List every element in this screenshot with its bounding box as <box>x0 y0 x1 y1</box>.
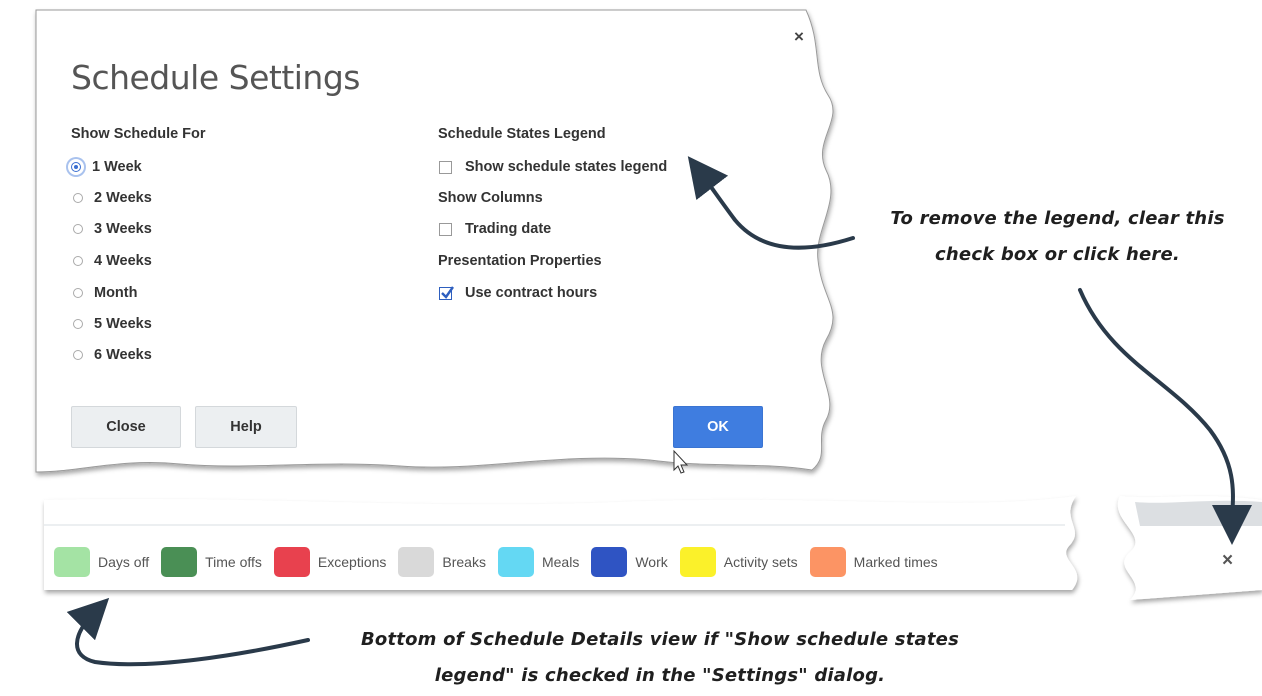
legend-label: Time offs <box>205 554 262 570</box>
show-columns-heading: Show Columns <box>438 190 543 206</box>
checkbox-checked-icon[interactable] <box>439 285 454 300</box>
show-schedule-for-heading: Show Schedule For <box>71 126 206 142</box>
radio-option-1-week[interactable]: 1 Week <box>71 156 142 178</box>
radio-icon[interactable] <box>73 256 83 266</box>
legend-label: Work <box>635 554 668 570</box>
checkbox-icon[interactable] <box>439 222 452 236</box>
ok-button[interactable]: OK <box>673 406 763 448</box>
legend-swatch-work <box>591 547 628 577</box>
use-contract-hours-checkbox[interactable]: Use contract hours <box>439 282 597 304</box>
legend-swatch-meals <box>497 547 534 577</box>
radio-icon[interactable] <box>73 193 83 203</box>
dialog-title: Schedule Settings <box>71 58 360 97</box>
legend-swatch-exceptions <box>273 547 310 577</box>
dialog-close-icon[interactable]: × <box>794 28 804 46</box>
trading-date-checkbox[interactable]: Trading date <box>439 218 551 240</box>
radio-icon[interactable] <box>73 288 83 298</box>
legend-label: Meals <box>541 554 580 570</box>
checkbox-icon[interactable] <box>439 160 452 174</box>
annotation-right: To remove the legend, clear this check b… <box>890 208 1225 265</box>
help-button[interactable]: Help <box>195 406 297 448</box>
arrow-to-legend-strip <box>66 597 310 667</box>
radio-option-4-weeks[interactable]: 4 Weeks <box>73 250 152 272</box>
radio-selected-icon[interactable] <box>71 162 81 172</box>
radio-option-month[interactable]: Month <box>73 282 137 304</box>
radio-option-6-weeks[interactable]: 6 Weeks <box>73 344 152 366</box>
radio-option-2-weeks[interactable]: 2 Weeks <box>73 187 152 209</box>
legend-label: Activity sets <box>723 554 798 570</box>
legend-swatch-breaks <box>398 547 435 577</box>
legend-swatch-days-off <box>54 547 90 577</box>
radio-option-5-weeks[interactable]: 5 Weeks <box>73 313 152 335</box>
arrow-to-legend-close <box>1078 288 1253 545</box>
background-shapes <box>35 9 1262 667</box>
legend-close-icon[interactable]: × <box>1222 550 1233 572</box>
radio-icon[interactable] <box>73 224 83 234</box>
legend-swatch-marked-times <box>809 547 846 577</box>
legend-label: Exceptions <box>317 554 387 570</box>
schedule-states-legend-bar: Days off Time offs Exceptions Breaks Mea… <box>54 547 950 577</box>
radio-option-3-weeks[interactable]: 3 Weeks <box>73 218 152 240</box>
close-button[interactable]: Close <box>71 406 181 448</box>
radio-icon[interactable] <box>73 350 83 360</box>
show-schedule-states-legend-checkbox[interactable]: Show schedule states legend <box>439 156 667 178</box>
legend-swatch-time-offs <box>161 547 198 577</box>
legend-swatch-activity-sets <box>679 547 716 577</box>
radio-icon[interactable] <box>73 319 83 329</box>
legend-label: Marked times <box>853 554 938 570</box>
annotation-bottom: Bottom of Schedule Details view if "Show… <box>360 629 959 686</box>
schedule-states-legend-heading: Schedule States Legend <box>438 126 606 142</box>
legend-label: Breaks <box>442 554 486 570</box>
legend-label: Days off <box>98 554 150 570</box>
presentation-properties-heading: Presentation Properties <box>438 253 602 269</box>
